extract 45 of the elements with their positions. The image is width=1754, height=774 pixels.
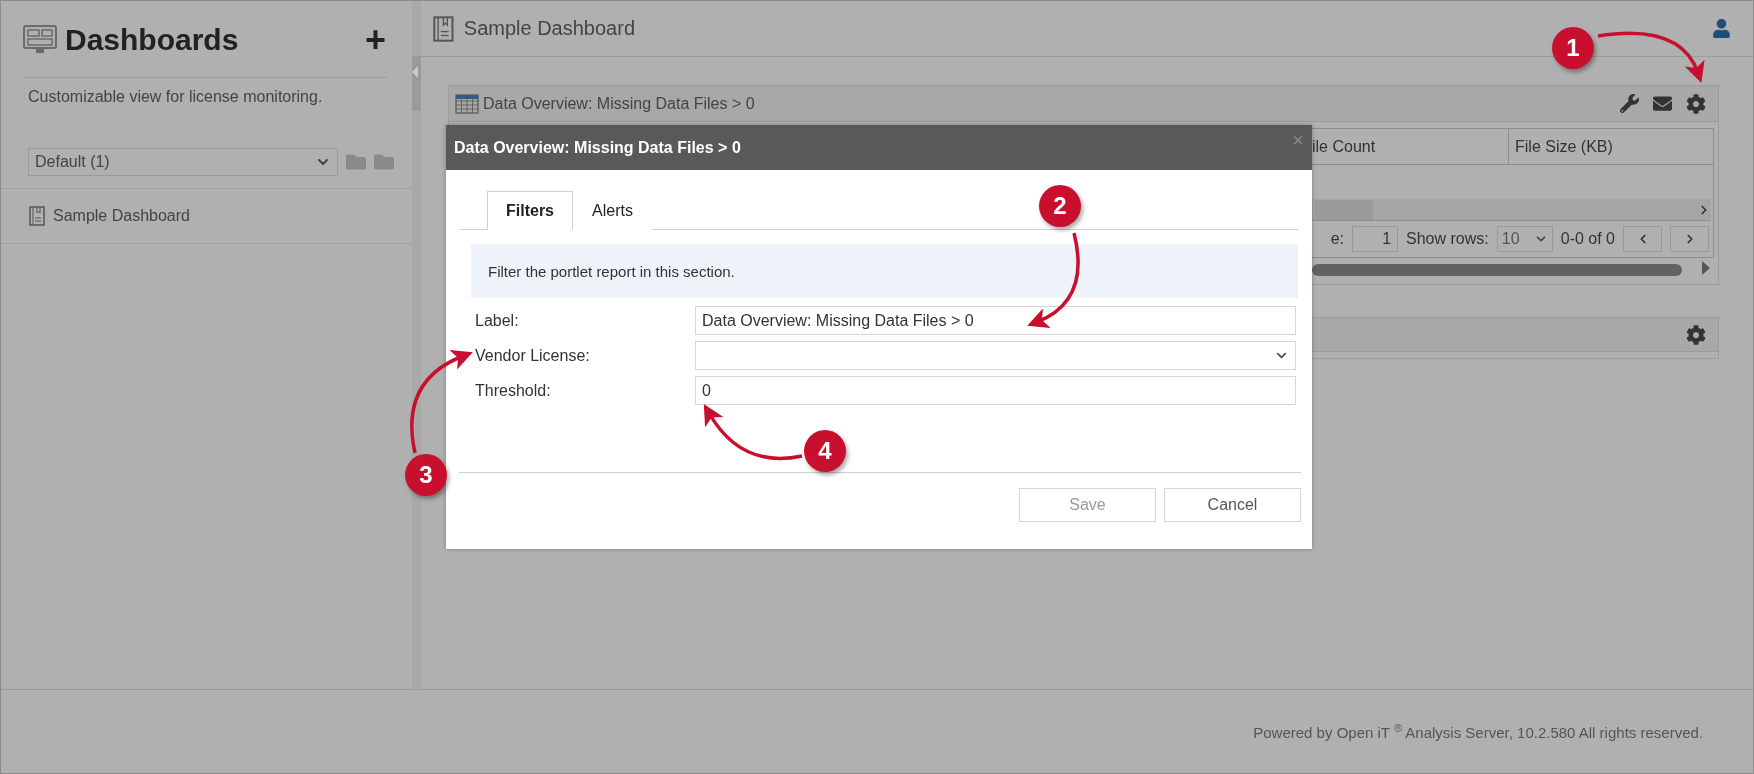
callout-badge: 1 (1552, 27, 1594, 69)
table-icon (455, 93, 479, 114)
dashboard-icon (23, 25, 57, 55)
rows-label: Show rows: (1406, 230, 1489, 248)
settings-icon[interactable] (1686, 93, 1706, 114)
cancel-button[interactable]: Cancel (1164, 488, 1301, 522)
callout-badge: 3 (405, 454, 447, 496)
group-select[interactable]: Default (1) (28, 148, 338, 176)
folder-icon[interactable] (374, 152, 394, 172)
book-icon (29, 206, 45, 226)
input-field[interactable]: 0 (695, 376, 1296, 405)
page-field[interactable]: 1 (1352, 226, 1399, 252)
tab[interactable]: Filters (487, 191, 573, 230)
page-title: Sample Dashboard (463, 17, 636, 40)
field-label: Vendor License: (475, 346, 591, 365)
next-button[interactable] (1670, 226, 1709, 252)
user-icon[interactable] (1712, 19, 1731, 38)
footer-text: Powered by Open iT $^{®}$ Analysis Server, 10.2.580 All rights reserved. (1253, 722, 1703, 741)
input-field[interactable]: Data Overview: Missing Data Files > 0 (695, 306, 1296, 335)
mail-icon[interactable] (1653, 94, 1672, 113)
sidebar-title: Dashboards (65, 23, 240, 57)
column-header: File Size (KB) (1508, 129, 1713, 164)
select-field[interactable] (695, 341, 1296, 370)
folder-icon[interactable] (346, 152, 366, 172)
info-text: Filter the portlet report in this section. (488, 262, 735, 280)
book-icon (433, 15, 454, 42)
wrench-icon[interactable] (1620, 94, 1639, 113)
sidebar-description: Customizable view for license monitoring. (28, 88, 324, 106)
add-button[interactable]: + (365, 22, 387, 58)
range-text: 0-0 of 0 (1560, 230, 1615, 248)
field-label: Label: (475, 311, 520, 330)
scrollbar[interactable] (1312, 264, 1682, 276)
collapse-icon[interactable] (412, 66, 419, 78)
portlet-title: Data Overview: Missing Data Files > 0 (483, 94, 756, 113)
scrollbar-thumb[interactable] (1315, 199, 1373, 220)
dashboard-label: Sample Dashboard (53, 207, 190, 225)
dialog-title: Data Overview: Missing Data Files > 0 (454, 138, 741, 157)
previous-button[interactable] (1623, 226, 1662, 252)
field-label: Threshold: (475, 381, 552, 400)
column-header: ile Count (1312, 136, 1377, 157)
rows-select[interactable]: 10 (1496, 226, 1553, 252)
dashboard-item[interactable]: Sample Dashboard (1, 188, 413, 244)
arrow-right-icon[interactable] (1702, 261, 1710, 275)
page-label: e: (1330, 230, 1345, 248)
settings-icon[interactable] (1686, 324, 1706, 345)
